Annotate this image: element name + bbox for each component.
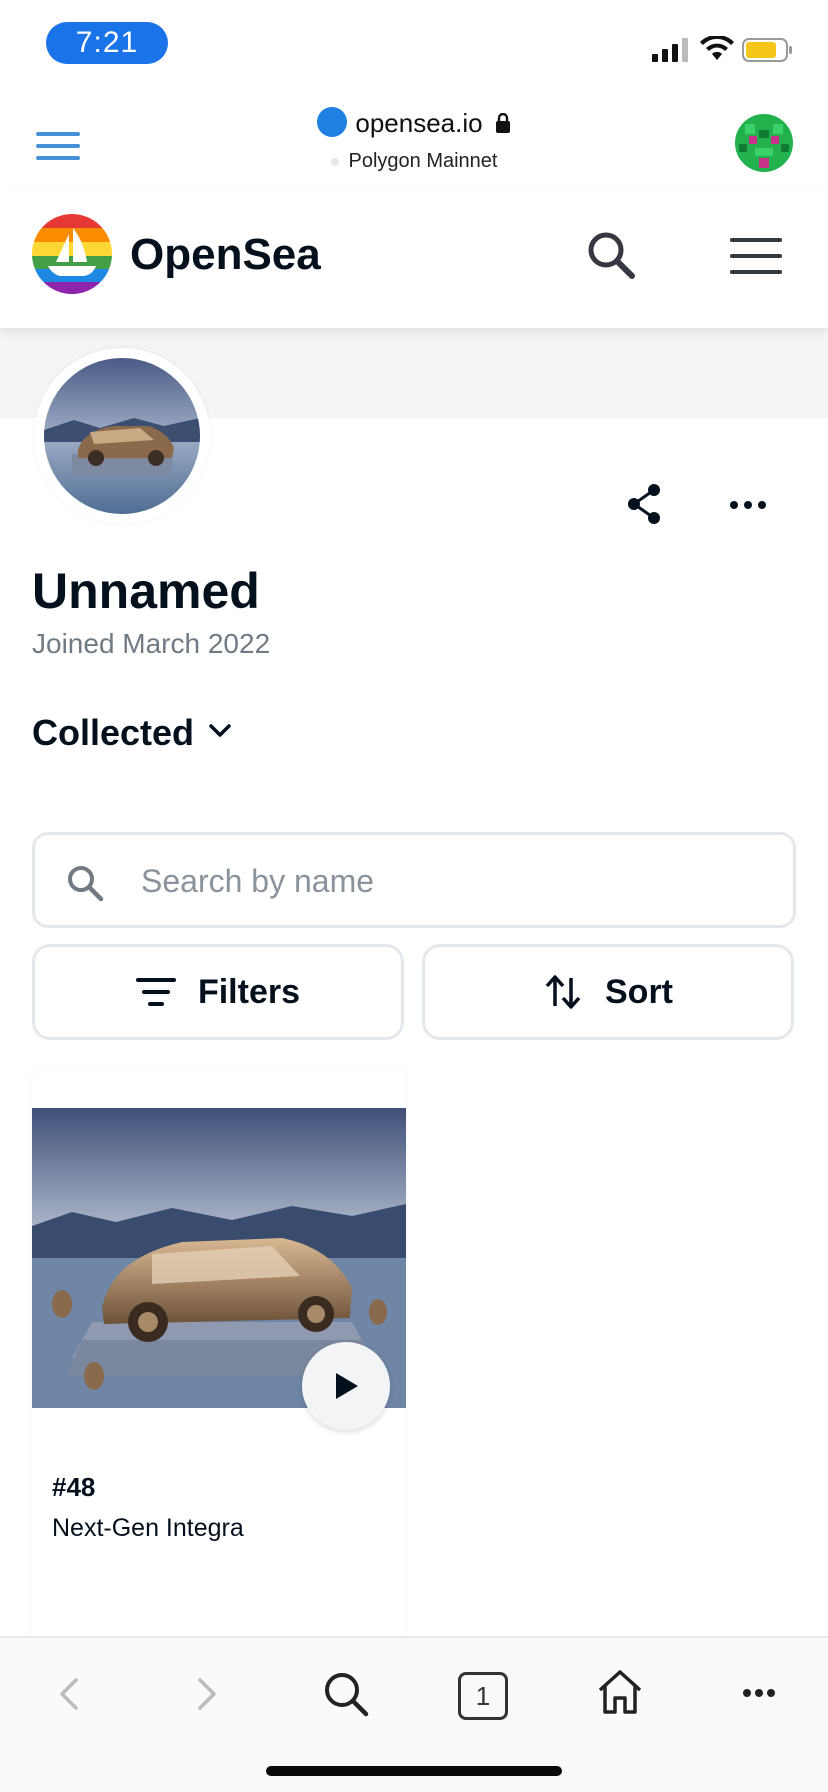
nft-token-id: #48 xyxy=(52,1472,96,1502)
search-icon[interactable] xyxy=(584,228,638,282)
cellular-signal-icon xyxy=(652,38,688,62)
play-icon xyxy=(336,1373,358,1399)
site-favicon-icon xyxy=(317,107,348,138)
sort-button[interactable]: Sort xyxy=(422,944,794,1040)
profile-avatar xyxy=(34,348,210,524)
sort-arrows-icon xyxy=(545,975,581,1009)
search-icon xyxy=(68,866,104,902)
home-icon[interactable] xyxy=(596,1668,644,1716)
browser-more-icon[interactable] xyxy=(742,1688,776,1698)
url-text: opensea.io xyxy=(355,108,483,138)
status-time: 7:21 xyxy=(46,22,168,64)
back-icon[interactable] xyxy=(56,1674,80,1714)
sort-label: Sort xyxy=(605,972,673,1011)
browser-address-bar: opensea.io Polygon Mainnet xyxy=(0,90,828,190)
home-indicator xyxy=(266,1766,562,1776)
play-button[interactable] xyxy=(302,1342,390,1430)
filters-label: Filters xyxy=(197,972,301,1011)
share-icon[interactable] xyxy=(624,482,664,526)
battery-icon xyxy=(742,38,792,62)
collection-tab-label: Collected xyxy=(32,712,195,753)
browser-search-icon[interactable] xyxy=(322,1670,370,1718)
profile-name: Unnamed xyxy=(32,563,260,619)
hamburger-menu-icon[interactable] xyxy=(730,238,782,274)
filter-icon xyxy=(135,978,176,1006)
wallet-account-avatar[interactable] xyxy=(735,114,793,172)
network-status-dot xyxy=(330,157,339,166)
wifi-icon xyxy=(700,36,734,60)
tabs-counter-button[interactable]: 1 xyxy=(458,1672,508,1720)
search-field[interactable] xyxy=(32,832,796,928)
opensea-logo-icon[interactable] xyxy=(32,214,112,294)
collection-tab-dropdown[interactable]: Collected xyxy=(32,712,232,754)
nft-name: Next-Gen Integra xyxy=(52,1514,244,1542)
status-bar: 7:21 xyxy=(0,0,828,90)
forward-icon[interactable] xyxy=(196,1674,220,1714)
more-options-icon[interactable] xyxy=(728,492,768,518)
url-display[interactable]: opensea.io xyxy=(0,107,828,140)
site-header: OpenSea xyxy=(0,190,828,328)
lock-icon xyxy=(495,113,510,134)
network-indicator: Polygon Mainnet xyxy=(0,150,828,173)
network-name: Polygon Mainnet xyxy=(348,150,498,172)
filters-button[interactable]: Filters xyxy=(32,944,404,1040)
joined-date: Joined March 2022 xyxy=(32,628,271,659)
search-input[interactable] xyxy=(141,851,761,911)
chevron-down-icon xyxy=(209,724,231,738)
nft-card[interactable]: #48 Next-Gen Integra xyxy=(32,1070,406,1650)
brand-name[interactable]: OpenSea xyxy=(130,230,321,280)
